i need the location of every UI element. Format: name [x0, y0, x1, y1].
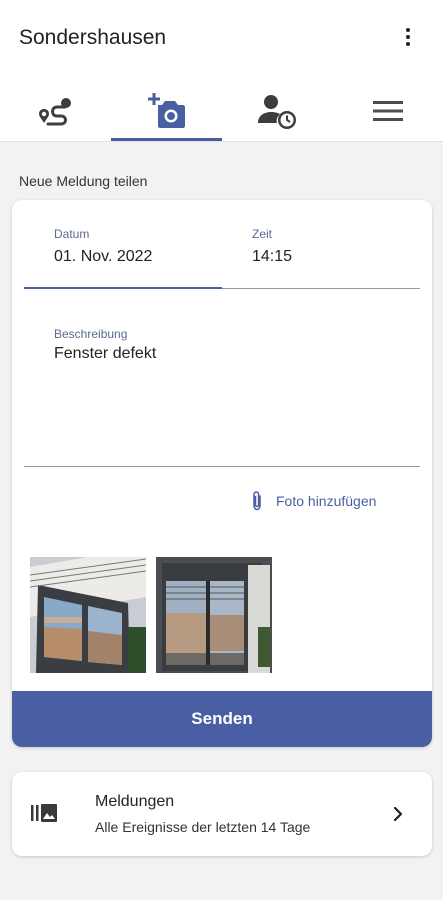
- paperclip-icon: [253, 491, 261, 511]
- reports-card[interactable]: Meldungen Alle Ereignisse der letzten 14…: [12, 772, 432, 856]
- date-label: Datum: [54, 227, 90, 241]
- tab-user-history[interactable]: [222, 82, 332, 140]
- app-bar: Sondershausen: [0, 0, 443, 142]
- route-icon: [39, 98, 71, 126]
- section-title: Neue Meldung teilen: [19, 173, 148, 189]
- description-field[interactable]: Fenster defekt: [54, 345, 156, 363]
- app-title: Sondershausen: [19, 26, 167, 49]
- time-field[interactable]: 14:15: [252, 248, 292, 266]
- time-label: Zeit: [252, 227, 273, 241]
- tab-new-report[interactable]: [111, 82, 221, 140]
- reports-title: Meldungen: [95, 793, 175, 810]
- time-field-underline: [222, 288, 420, 289]
- tab-indicator: [111, 138, 222, 141]
- date-field[interactable]: 01. Nov. 2022: [54, 248, 152, 266]
- more-options-icon[interactable]: [396, 24, 420, 50]
- tab-menu[interactable]: [333, 82, 443, 140]
- user-clock-icon: [258, 95, 296, 129]
- add-photo-label: Foto hinzufügen: [276, 493, 377, 509]
- send-button[interactable]: Senden: [12, 691, 432, 747]
- add-photo-button[interactable]: Foto hinzufügen: [250, 488, 420, 514]
- description-label: Beschreibung: [54, 327, 128, 341]
- chevron-right-icon: [393, 806, 403, 822]
- photo-thumbnail-2[interactable]: [156, 557, 272, 673]
- reports-subtitle: Alle Ereignisse der letzten 14 Tage: [95, 819, 311, 835]
- description-field-underline: [24, 466, 420, 467]
- tab-route[interactable]: [0, 82, 110, 140]
- photo-thumbnail-1[interactable]: [30, 557, 146, 673]
- date-field-underline: [24, 287, 222, 289]
- add-photo-icon: [148, 93, 185, 128]
- report-form-card: Datum 01. Nov. 2022 Zeit 14:15 Beschreib…: [12, 200, 432, 747]
- photo-library-icon: [31, 804, 57, 822]
- menu-icon: [373, 101, 403, 121]
